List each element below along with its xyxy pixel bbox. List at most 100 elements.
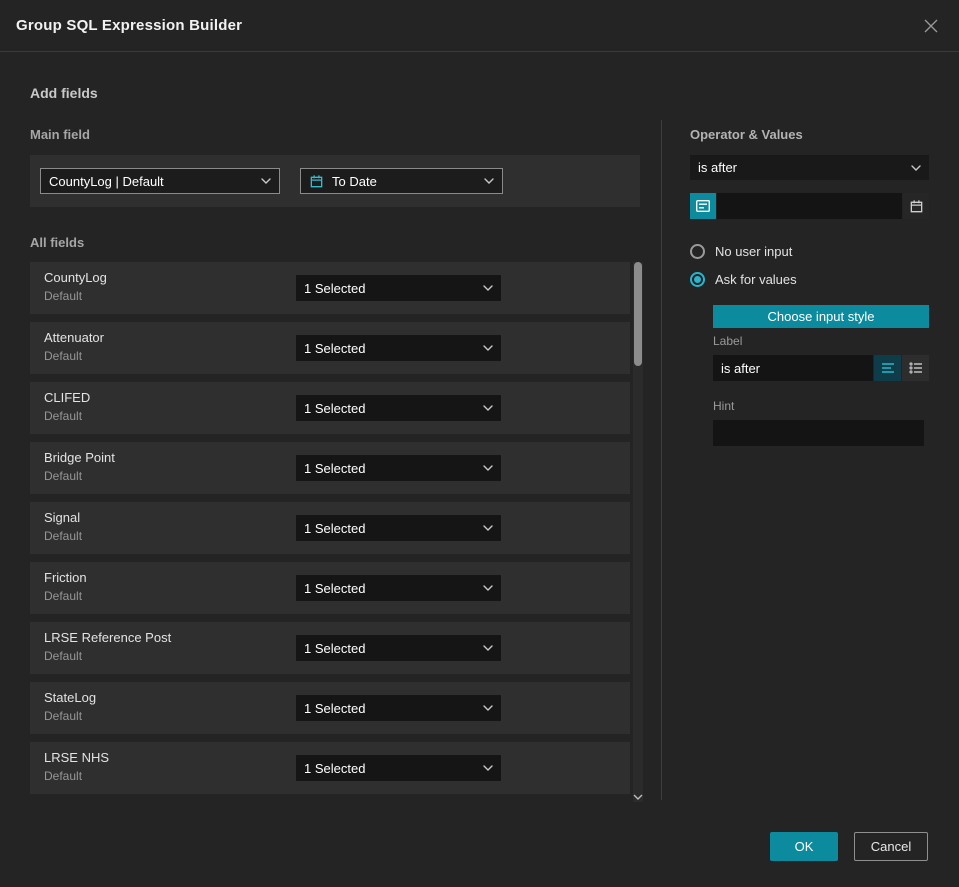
value-row [690,193,929,219]
add-fields-heading: Add fields [30,85,98,101]
field-select-value: 1 Selected [304,340,366,356]
field-select-value: 1 Selected [304,280,366,296]
field-row-info: LRSE Reference Post Default [44,630,171,663]
operator-select[interactable]: is after [690,155,929,180]
radio-icon[interactable] [690,272,705,287]
label-input[interactable] [713,355,873,381]
close-icon[interactable] [919,14,943,38]
chevron-down-icon [483,765,493,771]
label-row [713,355,929,381]
main-field-select[interactable]: CountyLog | Default [40,168,280,194]
vertical-divider [661,120,662,800]
field-selected-dropdown[interactable]: 1 Selected [296,395,501,421]
input-style-icon[interactable] [690,193,716,219]
field-name: LRSE NHS [44,750,110,765]
chevron-down-icon [261,178,271,184]
field-subtitle: Default [44,769,83,783]
chevron-down-icon [483,285,493,291]
field-subtitle: Default [44,289,83,303]
radio-option[interactable]: No user input [690,244,797,259]
field-row: LRSE NHS Default 1 Selected [30,742,630,794]
field-name: Attenuator [44,330,104,345]
chevron-down-icon [911,164,921,171]
radio-option[interactable]: Ask for values [690,272,797,287]
main-field-select-value: CountyLog | Default [49,173,164,189]
field-row: Bridge Point Default 1 Selected [30,442,630,494]
field-name: Signal [44,510,81,525]
field-row-info: CountyLog Default [44,270,107,303]
field-name: CLIFED [44,390,91,405]
field-row-info: LRSE NHS Default [44,750,109,783]
field-row-info: CLIFED Default [44,390,90,423]
operator-values-heading: Operator & Values [690,127,803,142]
field-selected-dropdown[interactable]: 1 Selected [296,635,501,661]
field-selected-dropdown[interactable]: 1 Selected [296,575,501,601]
scrollbar-thumb[interactable] [634,262,642,366]
hint-caption: Hint [713,399,735,413]
scroll-down-icon[interactable] [633,794,643,800]
field-subtitle: Default [44,409,83,423]
field-subtitle: Default [44,349,83,363]
main-date-select[interactable]: To Date [300,168,503,194]
align-left-icon[interactable] [874,355,901,381]
field-select-value: 1 Selected [304,580,366,596]
all-fields-label: All fields [30,235,85,250]
field-select-value: 1 Selected [304,700,366,716]
field-subtitle: Default [44,649,83,663]
main-date-select-value: To Date [332,173,377,189]
field-select-value: 1 Selected [304,640,366,656]
field-row: Friction Default 1 Selected [30,562,630,614]
field-selected-dropdown[interactable]: 1 Selected [296,275,501,301]
field-row: CountyLog Default 1 Selected [30,262,630,314]
list-style-icon[interactable] [902,355,929,381]
radio-group: No user input Ask for values [690,244,797,287]
field-subtitle: Default [44,709,83,723]
field-select-value: 1 Selected [304,460,366,476]
radio-label: No user input [715,244,793,259]
chevron-down-icon [483,705,493,711]
main-field-label: Main field [30,127,90,142]
calendar-icon [310,174,323,187]
chevron-down-icon [483,525,493,531]
field-select-value: 1 Selected [304,400,366,416]
field-name: Bridge Point [44,450,115,465]
field-selected-dropdown[interactable]: 1 Selected [296,455,501,481]
field-row-info: Attenuator Default [44,330,104,363]
chevron-down-icon [483,345,493,351]
field-row-info: Friction Default [44,570,87,603]
main-field-panel: CountyLog | Default To Date [30,155,640,207]
field-selected-dropdown[interactable]: 1 Selected [296,755,501,781]
chevron-down-icon [483,405,493,411]
field-row: Attenuator Default 1 Selected [30,322,630,374]
field-subtitle: Default [44,469,83,483]
hint-input[interactable] [713,420,924,446]
field-selected-dropdown[interactable]: 1 Selected [296,335,501,361]
all-fields-list: CountyLog Default 1 Selected Attenuator … [30,262,630,802]
cancel-button[interactable]: Cancel [854,832,928,861]
field-select-value: 1 Selected [304,760,366,776]
field-subtitle: Default [44,529,83,543]
calendar-picker-icon[interactable] [903,193,929,219]
field-name: CountyLog [44,270,107,285]
chevron-down-icon [483,465,493,471]
radio-icon[interactable] [690,244,705,259]
field-select-value: 1 Selected [304,520,366,536]
field-row: StateLog Default 1 Selected [30,682,630,734]
field-row: Signal Default 1 Selected [30,502,630,554]
group-sql-expression-builder-dialog: Group SQL Expression Builder Add fields … [0,0,959,887]
field-selected-dropdown[interactable]: 1 Selected [296,515,501,541]
scrollbar[interactable] [633,262,643,802]
dialog-title: Group SQL Expression Builder [16,17,243,34]
dialog-header: Group SQL Expression Builder [0,0,959,52]
field-selected-dropdown[interactable]: 1 Selected [296,695,501,721]
field-row-info: Signal Default [44,510,82,543]
field-name: Friction [44,570,87,585]
ok-button[interactable]: OK [770,832,838,861]
field-subtitle: Default [44,589,83,603]
chevron-down-icon [484,178,494,184]
label-caption: Label [713,334,743,348]
value-input[interactable] [717,193,902,219]
choose-input-style-button[interactable]: Choose input style [713,305,929,328]
field-name: LRSE Reference Post [44,630,172,645]
operator-select-value: is after [698,160,738,175]
